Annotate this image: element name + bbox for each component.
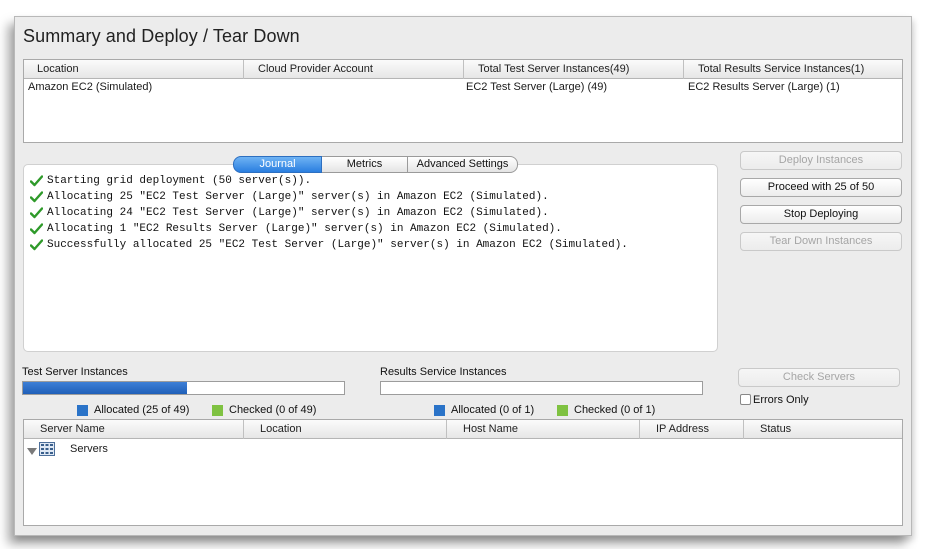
tab-bar: Journal Metrics Advanced Settings <box>233 156 518 173</box>
summary-table-header: Location Cloud Provider Account Total Te… <box>24 60 902 79</box>
checked-swatch <box>557 404 568 416</box>
column-header-host-name[interactable]: Host Name <box>447 420 640 439</box>
log-line: Allocating 1 "EC2 Results Server (Large)… <box>30 221 628 237</box>
log-text: Allocating 24 "EC2 Test Server (Large)" … <box>47 207 549 219</box>
cloud-provider-account-cell <box>244 79 464 95</box>
proceed-button[interactable]: Proceed with 25 of 50 <box>740 178 902 197</box>
tab-journal[interactable]: Journal <box>233 156 322 173</box>
summary-table: Location Cloud Provider Account Total Te… <box>23 59 903 143</box>
journal-panel: Starting grid deployment (50 server(s)).… <box>23 164 718 352</box>
log-text: Starting grid deployment (50 server(s)). <box>47 175 312 187</box>
results-service-allocated-legend: Allocated (0 of 1) <box>434 404 534 416</box>
check-icon <box>30 191 43 203</box>
check-icon <box>30 239 43 251</box>
journal-log: Starting grid deployment (50 server(s)).… <box>30 173 628 253</box>
checked-legend-label: Checked (0 of 1) <box>574 404 656 416</box>
allocated-legend-label: Allocated (25 of 49) <box>94 404 190 416</box>
check-icon <box>30 175 43 187</box>
column-header-location[interactable]: Location <box>24 60 244 79</box>
tree-row-servers[interactable]: Servers <box>24 439 902 459</box>
test-server-progress-fill <box>23 382 187 394</box>
checked-swatch <box>212 404 223 416</box>
test-server-checked-legend: Checked (0 of 49) <box>212 404 316 416</box>
allocated-swatch <box>434 404 445 416</box>
disclosure-triangle-icon[interactable] <box>27 447 37 456</box>
check-icon <box>30 223 43 235</box>
test-server-progress-bar <box>22 381 345 395</box>
results-service-instances-cell: EC2 Results Server (Large) (1) <box>688 81 840 93</box>
check-icon <box>30 207 43 219</box>
column-header-ip-address[interactable]: IP Address <box>640 420 744 439</box>
results-service-progress-bar <box>380 381 703 395</box>
check-servers-button[interactable]: Check Servers <box>738 368 900 387</box>
column-header-cloud-provider-account[interactable]: Cloud Provider Account <box>244 60 464 79</box>
log-text: Allocating 1 "EC2 Results Server (Large)… <box>47 223 562 235</box>
tree-root-label: Servers <box>70 443 108 455</box>
log-text: Successfully allocated 25 "EC2 Test Serv… <box>47 239 628 251</box>
log-line: Starting grid deployment (50 server(s)). <box>30 173 628 189</box>
column-header-total-test-server-instances[interactable]: Total Test Server Instances(49) <box>464 60 684 79</box>
test-server-instances-cell: EC2 Test Server (Large) (49) <box>466 81 608 93</box>
allocated-swatch <box>77 404 88 416</box>
deploy-instances-button[interactable]: Deploy Instances <box>740 151 902 170</box>
table-row[interactable]: Amazon EC2 (Simulated) EC2 Test Server (… <box>24 79 902 95</box>
results-service-checked-legend: Checked (0 of 1) <box>557 404 655 416</box>
deploy-panel: Summary and Deploy / Tear Down Location … <box>14 16 912 536</box>
tab-advanced-settings[interactable]: Advanced Settings <box>408 156 518 173</box>
tear-down-instances-button[interactable]: Tear Down Instances <box>740 232 902 251</box>
errors-only-checkbox[interactable] <box>740 394 751 405</box>
errors-only-label[interactable]: Errors Only <box>753 394 809 406</box>
test-server-allocated-legend: Allocated (25 of 49) <box>77 404 189 416</box>
location-cell: Amazon EC2 (Simulated) <box>28 81 153 93</box>
column-header-status[interactable]: Status <box>744 420 902 439</box>
server-group-icon <box>39 442 55 456</box>
allocated-legend-label: Allocated (0 of 1) <box>451 404 535 416</box>
servers-table: Server Name Location Host Name IP Addres… <box>23 419 903 526</box>
page-title: Summary and Deploy / Tear Down <box>23 26 300 46</box>
results-service-instances-label: Results Service Instances <box>380 366 507 378</box>
column-header-server-name[interactable]: Server Name <box>24 420 244 439</box>
log-line: Successfully allocated 25 "EC2 Test Serv… <box>30 237 628 253</box>
test-server-instances-label: Test Server Instances <box>22 366 128 378</box>
column-header-total-results-service-instances[interactable]: Total Results Service Instances(1) <box>684 60 902 79</box>
log-line: Allocating 25 "EC2 Test Server (Large)" … <box>30 189 628 205</box>
stop-deploying-button[interactable]: Stop Deploying <box>740 205 902 224</box>
column-header-location[interactable]: Location <box>244 420 447 439</box>
log-line: Allocating 24 "EC2 Test Server (Large)" … <box>30 205 628 221</box>
tab-metrics[interactable]: Metrics <box>322 156 408 173</box>
checked-legend-label: Checked (0 of 49) <box>229 404 317 416</box>
servers-table-header: Server Name Location Host Name IP Addres… <box>24 420 902 439</box>
log-text: Allocating 25 "EC2 Test Server (Large)" … <box>47 191 549 203</box>
